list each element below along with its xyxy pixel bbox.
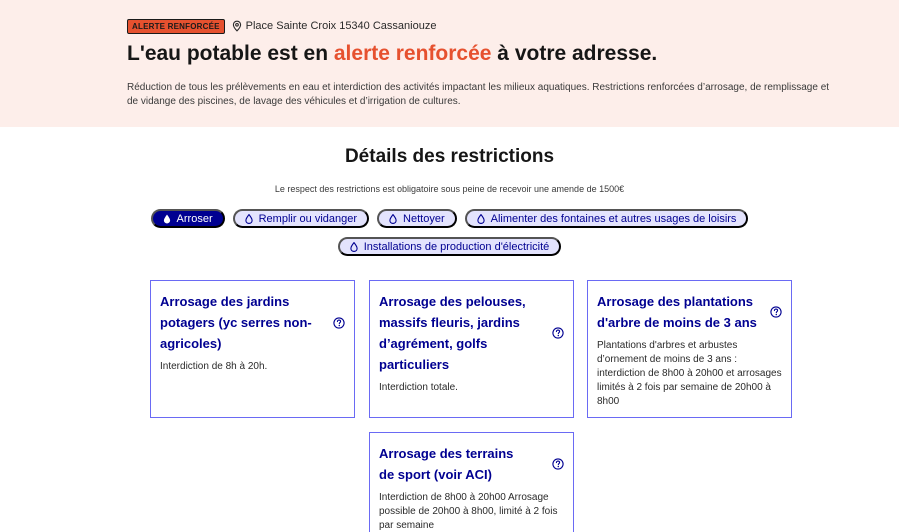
- filter-chip-remplir-vidanger[interactable]: Remplir ou vidanger: [232, 209, 370, 228]
- chip-label: Nettoyer: [403, 212, 445, 225]
- water-drop-icon: [163, 214, 170, 223]
- chip-label: Remplir ou vidanger: [258, 212, 358, 225]
- water-drop-icon: [476, 213, 485, 224]
- water-drop-icon: [389, 213, 397, 224]
- alert-level-badge: ALERTE RENFORCÉE: [127, 18, 225, 34]
- card-header: Arrosage des jardins potagers (yc serres…: [160, 291, 345, 354]
- card-header: Arrosage des terrains de sport (voir ACI…: [379, 443, 564, 485]
- help-icon[interactable]: [552, 458, 564, 470]
- card-title: Arrosage des pelouses, massifs fleuris, …: [379, 294, 526, 372]
- help-icon[interactable]: [333, 316, 345, 329]
- fine-notice: Le respect des restrictions est obligato…: [274, 184, 625, 194]
- restrictions-title: Détails des restrictions: [344, 146, 555, 167]
- restriction-card-pelouses-massifs: Arrosage des pelouses, massifs fleuris, …: [369, 280, 574, 418]
- restriction-card-plantations-arbres: Arrosage des plantations d'arbre de moin…: [587, 280, 792, 418]
- water-drop-icon: [244, 213, 253, 224]
- card-title: Arrosage des terrains de sport (voir ACI…: [379, 446, 514, 482]
- water-drop-icon: [350, 241, 358, 252]
- alert-meta: ALERTE RENFORCÉE Place Sainte Croix 1534…: [127, 18, 437, 34]
- help-icon[interactable]: [552, 327, 564, 339]
- card-description: Interdiction de 8h00 à 20h00 Arrosage po…: [379, 492, 558, 531]
- help-icon[interactable]: [770, 306, 782, 318]
- card-description: Interdiction totale.: [379, 382, 458, 393]
- card-header: Arrosage des pelouses, massifs fleuris, …: [379, 291, 564, 375]
- alert-banner: ALERTE RENFORCÉE Place Sainte Croix 1534…: [0, 0, 899, 127]
- location-pin-icon: [232, 20, 241, 32]
- filter-chip-arroser[interactable]: Arroser: [150, 209, 225, 228]
- headline-prefix: L'eau potable est en: [127, 42, 334, 65]
- chip-label: Arroser: [176, 212, 213, 225]
- usage-filter-row-2: Installations de production d'électricit…: [0, 237, 899, 256]
- restriction-card-jardins-potagers: Arrosage des jardins potagers (yc serres…: [150, 280, 355, 418]
- card-header: Arrosage des plantations d'arbre de moin…: [597, 291, 782, 333]
- card-title: Arrosage des plantations d'arbre de moin…: [597, 294, 757, 330]
- usage-filter-row-1: Arroser Remplir ou vidanger Nettoyer Ali…: [0, 209, 899, 228]
- page-title: L'eau potable est en alerte renforcée à …: [127, 40, 657, 68]
- address-label: Place Sainte Croix 15340 Cassaniouze: [245, 20, 437, 32]
- card-description: Interdiction de 8h à 20h.: [160, 361, 268, 372]
- alert-description: Réduction de tous les prélèvements en ea…: [127, 82, 830, 107]
- filter-chip-nettoyer[interactable]: Nettoyer: [377, 209, 457, 228]
- filter-chip-fontaines-loisirs[interactable]: Alimenter des fontaines et autres usages…: [464, 209, 749, 228]
- card-title: Arrosage des jardins potagers (yc serres…: [160, 294, 312, 351]
- chip-label: Installations de production d'électricit…: [363, 240, 550, 253]
- headline-alert-level: alerte renforcée: [333, 42, 492, 65]
- card-description: Plantations d'arbres et arbustes d’ornem…: [597, 340, 782, 407]
- headline-suffix: à votre adresse.: [491, 42, 658, 65]
- filter-chip-production-electricite[interactable]: Installations de production d'électricit…: [337, 237, 562, 256]
- chip-label: Alimenter des fontaines et autres usages…: [490, 212, 737, 225]
- restriction-card-terrains-sport: Arrosage des terrains de sport (voir ACI…: [369, 432, 574, 532]
